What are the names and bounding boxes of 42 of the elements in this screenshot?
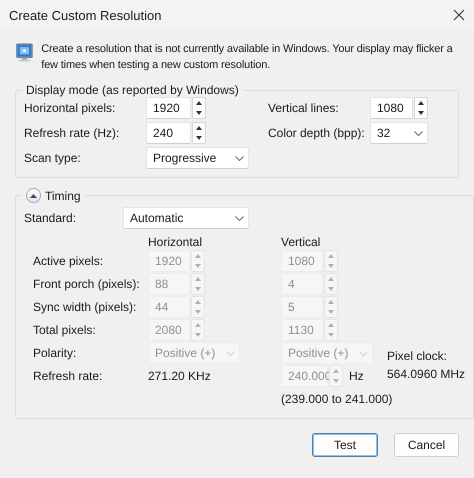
pixel-clock-label: Pixel clock: bbox=[387, 348, 448, 364]
close-icon[interactable] bbox=[453, 9, 465, 21]
field-label: Standard: bbox=[24, 211, 78, 225]
chevron-down-icon bbox=[226, 350, 235, 356]
number-field[interactable]: 1920 bbox=[146, 97, 191, 119]
field-label: Refresh rate: bbox=[33, 368, 104, 385]
dropdown[interactable]: Progressive bbox=[146, 147, 249, 169]
chevron-down-icon bbox=[359, 350, 368, 356]
dropdown[interactable]: 32 bbox=[370, 122, 428, 144]
group-title: Timing bbox=[45, 188, 81, 202]
field-label: Color depth (bpp): bbox=[268, 126, 366, 140]
column-header: Horizontal bbox=[148, 235, 204, 249]
range-text: (239.000 to 241.000) bbox=[281, 391, 394, 408]
field-label: Total pixels: bbox=[33, 322, 97, 339]
field-label: Active pixels: bbox=[33, 253, 104, 270]
collapse-button[interactable] bbox=[26, 188, 41, 203]
field-label: Sync width (pixels): bbox=[33, 299, 138, 316]
number-field[interactable]: 1080 bbox=[370, 97, 413, 119]
field-label: Vertical lines: bbox=[268, 101, 340, 115]
chevron-down-icon bbox=[235, 156, 244, 160]
field-label: Front porch (pixels): bbox=[33, 276, 141, 293]
field-label: Horizontal pixels: bbox=[24, 101, 116, 115]
column-header: Vertical bbox=[281, 235, 322, 249]
caret-up-icon bbox=[30, 194, 37, 198]
description-text: Create a resolution that is not currently available in Windows. Your display may flicker a few times when testing a new custom resolution. bbox=[41, 42, 454, 73]
number-field[interactable]: 240 bbox=[146, 122, 191, 144]
group-title: Display mode (as reported by Windows) bbox=[25, 83, 240, 97]
chevron-down-icon bbox=[235, 216, 244, 220]
spin-buttons[interactable] bbox=[414, 97, 428, 119]
field-label: Refresh rate (Hz): bbox=[24, 126, 120, 140]
chevron-down-icon bbox=[414, 130, 423, 136]
field-label: Scan type: bbox=[24, 151, 82, 165]
pixel-clock-value: 564.0960 MHz bbox=[387, 366, 466, 382]
dialog-button[interactable]: Cancel bbox=[394, 433, 459, 457]
dialog-button[interactable]: Test bbox=[312, 433, 378, 457]
spin-buttons[interactable] bbox=[192, 97, 206, 119]
window-title: Create Custom Resolution bbox=[9, 8, 162, 22]
spin-buttons[interactable] bbox=[192, 122, 206, 144]
refresh-rate-value: 271.20 KHz bbox=[148, 368, 212, 385]
field-label: Polarity: bbox=[33, 345, 78, 362]
unit-label: Hz bbox=[349, 369, 364, 383]
dropdown[interactable]: Automatic bbox=[123, 207, 249, 229]
